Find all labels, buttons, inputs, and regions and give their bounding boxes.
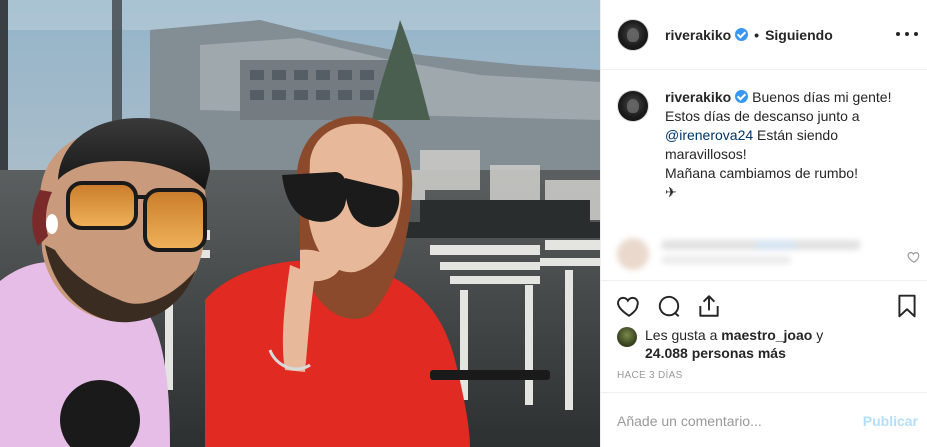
post-timestamp[interactable]: HACE 3 DÍAS [617,370,683,381]
caption-line-2: Estos días de descanso junto a [665,108,860,124]
post-photo[interactable] [0,0,600,447]
comment-input[interactable] [617,411,837,431]
likes-text: Les gusta a maestro_joao y 24.088 person… [645,326,823,362]
following-button[interactable]: Siguiendo [765,27,833,43]
caption-text: riverakiko Buenos días mi gente! Estos dí… [665,88,917,202]
author-avatar[interactable] [617,18,649,51]
instagram-post: riverakiko • Siguiendo riverakiko Buenos … [0,0,927,447]
caption-username[interactable]: riverakiko [665,89,731,105]
likes-summary: Les gusta a maestro_joao y 24.088 person… [617,326,917,362]
post-side-panel: riverakiko • Siguiendo riverakiko Buenos … [600,0,927,447]
post-caption: riverakiko Buenos días mi gente! Estos dí… [617,88,917,202]
more-options-icon[interactable] [896,24,918,44]
small-heart-icon[interactable] [907,250,921,264]
add-comment-bar: Publicar [601,392,927,447]
mention-link[interactable]: @irenerova24 [665,127,753,143]
header-separator: • [754,26,760,43]
author-username[interactable]: riverakiko [665,27,731,43]
caption-line-1: Buenos días mi gente! [752,89,892,105]
publish-button[interactable]: Publicar [863,413,918,429]
post-actions [601,280,927,328]
photo-illustration [0,0,600,447]
caption-verified-badge-icon [735,90,749,103]
likes-count[interactable]: 24.088 personas más [645,345,786,361]
bookmark-icon[interactable] [894,293,920,319]
blurred-comment [605,222,895,282]
likes-prefix: Les gusta a [645,327,718,343]
liker-avatar[interactable] [617,327,637,347]
verified-badge-icon [735,28,749,41]
airplane-emoji: ✈ [665,184,677,200]
share-icon[interactable] [696,293,722,319]
post-header: riverakiko • Siguiendo [601,0,927,70]
liker-username[interactable]: maestro_joao [721,327,812,343]
comment-bubble-icon[interactable] [656,293,682,319]
caption-avatar[interactable] [617,90,649,122]
caption-line-3: Mañana cambiamos de rumbo! [665,165,858,181]
heart-icon[interactable] [616,293,642,319]
likes-connector: y [816,327,824,343]
